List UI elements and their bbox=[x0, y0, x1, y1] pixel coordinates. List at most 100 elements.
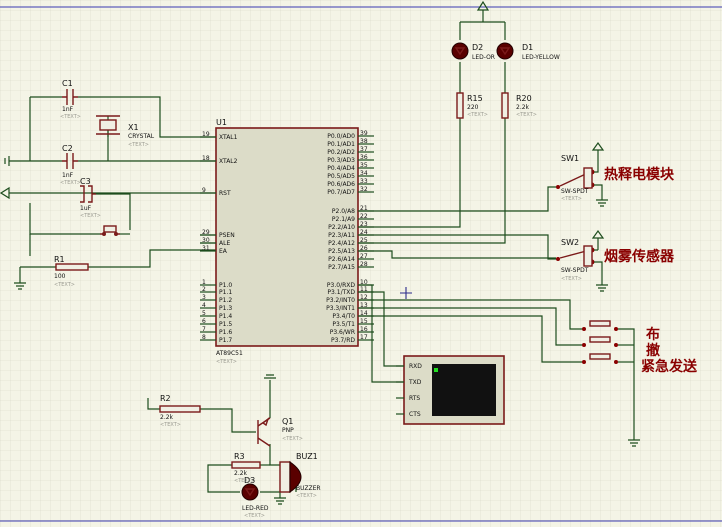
u1-pin-name: XTAL2 bbox=[219, 158, 238, 165]
c1-value: 1nF bbox=[62, 106, 74, 113]
u1-pin-name: P0.7/AD7 bbox=[327, 189, 355, 196]
u1-pin-name: P2.1/A9 bbox=[332, 216, 355, 223]
u1-pin-name: P0.3/AD3 bbox=[327, 157, 355, 164]
u1-pin-number: 9 bbox=[202, 187, 206, 194]
u1-pin-name: RST bbox=[219, 190, 231, 197]
u1-pin-number: 6 bbox=[202, 318, 206, 325]
u1-pin-name: P2.3/A11 bbox=[328, 232, 355, 239]
u1-pin-number: 8 bbox=[202, 334, 206, 341]
u1-pin-number: 11 bbox=[360, 286, 368, 293]
u1-pin-number: 30 bbox=[202, 237, 210, 244]
u1-pin-number: 31 bbox=[202, 245, 210, 252]
u1-pin-name: P1.2 bbox=[219, 297, 232, 304]
d2-value: LED-OR bbox=[472, 54, 495, 61]
u1-pin-number: 13 bbox=[360, 302, 368, 309]
u1-pin-number: 3 bbox=[202, 294, 206, 301]
u1-pin-number: 2 bbox=[202, 286, 206, 293]
u1-pin-name: P2.2/A10 bbox=[328, 224, 355, 231]
terminal-cursor bbox=[434, 368, 438, 372]
sw2-text: <TEXT> bbox=[561, 276, 582, 282]
d1-value: LED-YELLOW bbox=[522, 54, 560, 61]
u1-pin-name: P3.1/TXD bbox=[327, 289, 355, 296]
u1-pin-name: P3.4/T0 bbox=[332, 313, 355, 320]
u1-pin-name: P3.5/T1 bbox=[332, 321, 355, 328]
r15-ref: R15 bbox=[467, 94, 483, 103]
d3-value: LED-RED bbox=[242, 505, 269, 512]
u1-pin-name: P1.5 bbox=[219, 321, 232, 328]
u1-pin-name: P0.2/AD2 bbox=[327, 149, 355, 156]
d1-ref: D1 bbox=[522, 43, 533, 52]
u1-pin-name: P2.5/A13 bbox=[328, 248, 355, 255]
u1-pin-number: 28 bbox=[360, 261, 368, 268]
r1-value: 100 bbox=[54, 273, 66, 280]
label-arm: 布 bbox=[646, 326, 660, 343]
u1-pin-number: 39 bbox=[360, 130, 368, 137]
u1-pin-number: 33 bbox=[360, 178, 368, 185]
u1-pin-number: 38 bbox=[360, 138, 368, 145]
virtual-terminal[interactable]: RXD TXD RTS CTS bbox=[396, 355, 505, 425]
c2-text: <TEXT> bbox=[60, 180, 81, 186]
u1-pin-name: P3.0/RXD bbox=[327, 282, 355, 289]
sw1-text: <TEXT> bbox=[561, 196, 582, 202]
buz1-value: BUZZER bbox=[296, 485, 321, 492]
mcu-u1[interactable]: U1 AT89C51 <TEXT> 19 XTAL118 XTAL29 RST29 PS… bbox=[200, 118, 374, 365]
d3-text: <TEXT> bbox=[244, 513, 265, 519]
sw2-value: SW-SPDT bbox=[561, 267, 589, 274]
u1-pin-name: P3.2/INT0 bbox=[326, 297, 355, 304]
u1-ref: U1 bbox=[216, 118, 227, 127]
u1-pin-number: 36 bbox=[360, 154, 368, 161]
u1-pin-number: 14 bbox=[360, 310, 368, 317]
u1-pin-number: 12 bbox=[360, 294, 368, 301]
r3-ref: R3 bbox=[234, 452, 245, 461]
u1-pin-number: 24 bbox=[360, 229, 368, 236]
u1-pin-name: P0.4/AD4 bbox=[327, 165, 355, 172]
u1-pin-name: P0.6/AD6 bbox=[327, 181, 355, 188]
terminal-pin-name: RTS bbox=[409, 395, 420, 402]
u1-pin-name: P1.0 bbox=[219, 282, 232, 289]
sw2-ref: SW2 bbox=[561, 238, 579, 247]
u1-pin-number: 25 bbox=[360, 237, 368, 244]
u1-pin-number: 18 bbox=[202, 155, 210, 162]
u1-pin-number: 22 bbox=[360, 213, 368, 220]
u1-pin-number: 5 bbox=[202, 310, 206, 317]
u1-pin-number: 37 bbox=[360, 146, 368, 153]
c2-value: 1nF bbox=[62, 172, 74, 179]
u1-pin-name: P1.4 bbox=[219, 313, 232, 320]
terminal-pin-name: RXD bbox=[409, 363, 422, 370]
r15-text: <TEXT> bbox=[467, 112, 488, 118]
u1-text: <TEXT> bbox=[216, 359, 237, 365]
x1-value: CRYSTAL bbox=[128, 133, 155, 140]
u1-pin-name: P2.0/A8 bbox=[332, 208, 355, 215]
u1-pin-name: EA bbox=[219, 248, 228, 255]
label-emergency-send: 紧急发送 bbox=[641, 358, 698, 375]
schematic-canvas: C1 1nF <TEXT> C2 1nF <TEXT> X1 CRYSTAL <… bbox=[0, 0, 722, 527]
u1-pin-number: 23 bbox=[360, 221, 368, 228]
u1-pin-name: P0.5/AD5 bbox=[327, 173, 355, 180]
u1-pin-number: 7 bbox=[202, 326, 206, 333]
u1-pin-number: 34 bbox=[360, 170, 368, 177]
r20-ref: R20 bbox=[516, 94, 532, 103]
terminal-pin-name: CTS bbox=[409, 411, 421, 418]
r2-ref: R2 bbox=[160, 394, 171, 403]
sw1-ref: SW1 bbox=[561, 154, 579, 163]
u1-pin-name: P1.7 bbox=[219, 337, 232, 344]
u1-pin-name: P3.3/INT1 bbox=[326, 305, 355, 312]
u1-pin-number: 15 bbox=[360, 318, 368, 325]
x1-text: <TEXT> bbox=[128, 142, 149, 148]
u1-pin-number: 27 bbox=[360, 253, 368, 260]
u1-pin-name: P0.0/AD0 bbox=[327, 133, 355, 140]
r15-value: 220 bbox=[467, 104, 479, 111]
q1-value: PNP bbox=[282, 427, 294, 434]
label-pyro-module: 热释电模块 bbox=[604, 166, 675, 183]
r2-value: 2.2k bbox=[160, 414, 174, 421]
u1-pin-number: 10 bbox=[360, 279, 368, 286]
u1-pin-number: 26 bbox=[360, 245, 368, 252]
u1-pin-name: P3.6/WR bbox=[330, 329, 355, 336]
u1-pin-number: 32 bbox=[360, 186, 368, 193]
c3-value: 1uF bbox=[80, 205, 92, 212]
label-smoke-sensor: 烟雾传感器 bbox=[604, 248, 675, 265]
q1-ref: Q1 bbox=[282, 417, 293, 426]
c1-ref: C1 bbox=[62, 79, 73, 88]
u1-pin-name: P1.6 bbox=[219, 329, 232, 336]
r20-text: <TEXT> bbox=[516, 112, 537, 118]
